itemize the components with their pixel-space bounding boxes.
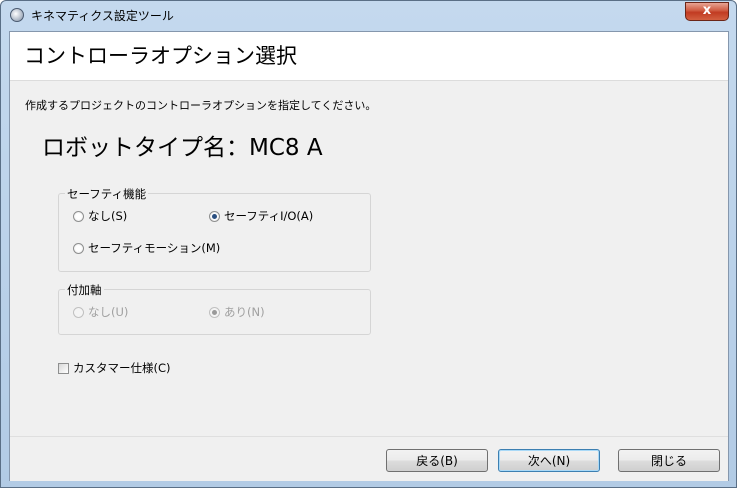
next-button[interactable]: 次へ(N) <box>498 449 600 472</box>
radio-checked-icon[interactable] <box>209 306 220 318</box>
safety-io-label: セーフティI/O(A) <box>224 209 314 223</box>
additional-axis-group: 付加軸 なし(U) あり(N) <box>58 282 371 335</box>
axis-group-label: 付加軸 <box>65 282 104 298</box>
window-title: キネマティクス設定ツール <box>31 9 174 23</box>
radio-unchecked-icon[interactable] <box>73 242 84 254</box>
safety-group-label: セーフティ機能 <box>65 186 149 202</box>
safety-motion-label: セーフティモーション(M) <box>88 241 221 255</box>
title-bar[interactable]: キネマティクス設定ツール x <box>1 1 736 29</box>
radio-checked-icon[interactable] <box>209 210 220 222</box>
close-button[interactable]: 閉じる <box>618 449 720 472</box>
button-bar: 戻る(B) 次へ(N) 閉じる <box>10 436 728 481</box>
dialog-client-area: コントローラオプション選択 作成するプロジェクトのコントローラオプションを指定し… <box>9 31 729 481</box>
dialog-window: キネマティクス設定ツール x コントローラオプション選択 作成するプロジェクトの… <box>0 0 737 488</box>
safety-function-group: セーフティ機能 なし(S) セーフティI/O(A) セーフティモーション(M) <box>58 186 371 272</box>
app-icon <box>10 8 24 22</box>
radio-unchecked-icon[interactable] <box>73 306 84 318</box>
axis-none-radio[interactable]: なし(U) <box>73 304 128 320</box>
customer-spec-label: カスタマー仕様(C) <box>73 361 171 375</box>
safety-io-radio[interactable]: セーフティI/O(A) <box>209 208 313 224</box>
page-title: コントローラオプション選択 <box>24 44 297 68</box>
robot-type-label: ロボットタイプ名：MC8 A <box>42 135 323 161</box>
safety-none-label: なし(S) <box>88 209 128 223</box>
radio-unchecked-icon[interactable] <box>73 210 84 222</box>
safety-none-radio[interactable]: なし(S) <box>73 208 127 224</box>
axis-present-radio[interactable]: あり(N) <box>209 304 265 320</box>
axis-none-label: なし(U) <box>88 305 129 319</box>
back-button[interactable]: 戻る(B) <box>386 449 488 472</box>
customer-spec-checkbox[interactable]: カスタマー仕様(C) <box>58 360 171 376</box>
close-window-button[interactable]: x <box>685 2 729 21</box>
checkbox-unchecked-icon[interactable] <box>58 362 69 374</box>
safety-motion-radio[interactable]: セーフティモーション(M) <box>73 240 220 256</box>
page-header: コントローラオプション選択 <box>10 32 728 81</box>
instruction-text: 作成するプロジェクトのコントローラオプションを指定してください。 <box>25 99 377 112</box>
axis-present-label: あり(N) <box>224 305 265 319</box>
close-icon: x <box>702 3 712 18</box>
